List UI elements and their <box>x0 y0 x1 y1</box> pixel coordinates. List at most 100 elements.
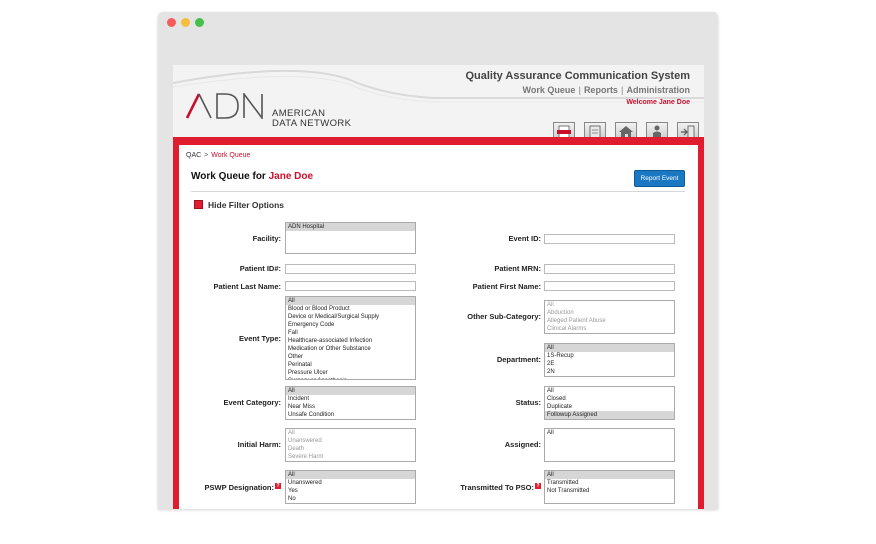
browser-window: Quality Assurance Communication System W… <box>158 12 718 509</box>
help-icon[interactable]: ? <box>535 483 541 489</box>
patient-mrn-input[interactable] <box>544 264 675 274</box>
main-nav: Work Queue | Reports | Administration <box>523 85 690 95</box>
listbox-option[interactable]: Yes <box>286 487 415 495</box>
breadcrumb-root[interactable]: QAC <box>186 152 201 159</box>
status-label: Status: <box>515 398 541 407</box>
report-event-button[interactable]: Report Event <box>634 170 685 187</box>
listbox-option[interactable]: Surgery or Anesthesia <box>286 377 415 379</box>
listbox-option[interactable]: Not Transmitted <box>545 487 674 495</box>
listbox-option[interactable]: Device or Medical/Surgical Supply <box>286 313 415 321</box>
transmitted-to-pso-listbox[interactable]: All Transmitted Not Transmitted <box>544 470 675 504</box>
content-frame: QAC > Work Queue Work Queue for Jane Doe R… <box>173 137 704 509</box>
logout-button[interactable] <box>677 122 699 137</box>
window-titlebar <box>158 12 718 34</box>
listbox-option[interactable]: 2E <box>545 360 674 368</box>
nav-administration[interactable]: Administration <box>626 85 690 95</box>
close-window-icon[interactable] <box>167 18 176 27</box>
adn-logo <box>186 93 263 119</box>
page-title-user: Jane Doe <box>268 171 314 182</box>
listbox-option[interactable]: Perinatal <box>286 361 415 369</box>
initial-harm-listbox[interactable]: All Unanswered Death Severe Harm <box>285 428 416 462</box>
listbox-option[interactable]: Fall <box>286 329 415 337</box>
listbox-option[interactable]: ADN Hospital <box>286 223 415 231</box>
listbox-option[interactable]: Abduction <box>545 309 674 317</box>
event-id-label: Event ID: <box>508 234 541 243</box>
minimize-window-icon[interactable] <box>181 18 190 27</box>
listbox-option[interactable]: All <box>545 471 674 479</box>
listbox-option[interactable]: 2N <box>545 368 674 376</box>
app-title: Quality Assurance Communication System <box>465 70 690 82</box>
breadcrumb-separator: > <box>204 152 209 159</box>
listbox-option[interactable]: Healthcare-associated Infection <box>286 337 415 345</box>
event-type-listbox[interactable]: All Blood or Blood Product Device or Medic… <box>285 296 416 380</box>
user-icon <box>653 125 661 137</box>
listbox-option[interactable]: Unsafe Condition <box>286 411 415 419</box>
listbox-option[interactable]: Alleged Patient Abuse <box>545 317 674 325</box>
listbox-option[interactable]: Unanswered <box>286 479 415 487</box>
listbox-option[interactable]: All <box>286 387 415 395</box>
welcome-message: Welcome Jane Doe <box>626 99 690 106</box>
pswp-designation-listbox[interactable]: All Unanswered Yes No <box>285 470 416 504</box>
listbox-option[interactable]: Death <box>286 445 415 453</box>
listbox-option[interactable]: All <box>545 387 674 395</box>
hide-filter-toggle[interactable]: Hide Filter Options <box>194 200 284 210</box>
department-listbox[interactable]: All 1S-Recup 2E 2N <box>544 343 675 377</box>
listbox-option[interactable]: All <box>545 429 674 437</box>
event-id-input[interactable] <box>544 234 675 244</box>
listbox-option[interactable]: 1S-Recup <box>545 352 674 360</box>
department-label: Department: <box>496 355 541 364</box>
maximize-window-icon[interactable] <box>195 18 204 27</box>
listbox-option[interactable]: Pressure Ulcer <box>286 369 415 377</box>
listbox-option[interactable]: Unanswered <box>286 437 415 445</box>
listbox-option[interactable]: Emergency Code <box>286 321 415 329</box>
listbox-option[interactable]: Clinical Alarms <box>545 325 674 333</box>
nav-work-queue[interactable]: Work Queue <box>523 85 576 95</box>
event-category-listbox[interactable]: All Incident Near Miss Unsafe Condition <box>285 386 416 420</box>
transmitted-to-pso-text: Transmitted To PSO: <box>460 483 534 492</box>
patient-mrn-label: Patient MRN: <box>494 264 541 273</box>
status-listbox[interactable]: All Closed Duplicate Followup Assigned <box>544 386 675 420</box>
listbox-option[interactable]: No <box>286 495 415 503</box>
listbox-option[interactable]: All <box>286 471 415 479</box>
patient-first-name-input[interactable] <box>544 281 675 291</box>
listbox-option[interactable]: All <box>286 297 415 305</box>
home-button[interactable] <box>615 122 637 137</box>
page-title-prefix: Work Queue for <box>191 171 266 182</box>
listbox-option[interactable]: Duplicate <box>545 403 674 411</box>
listbox-option[interactable]: Incident <box>286 395 415 403</box>
listbox-option[interactable]: Medication or Other Substance <box>286 345 415 353</box>
pdf-icon <box>557 125 571 137</box>
pswp-designation-label: PSWP Designation:? <box>205 483 281 492</box>
facility-listbox[interactable]: ADN Hospital <box>285 222 416 254</box>
logo-text: AMERICAN DATA NETWORK <box>272 109 351 129</box>
event-category-label: Event Category: <box>223 398 281 407</box>
hide-filter-label: Hide Filter Options <box>208 200 285 210</box>
listbox-option[interactable]: All <box>545 344 674 352</box>
document-icon <box>589 125 601 137</box>
listbox-option[interactable]: All <box>286 429 415 437</box>
listbox-option[interactable]: Transmitted <box>545 479 674 487</box>
listbox-option[interactable]: Blood or Blood Product <box>286 305 415 313</box>
listbox-option[interactable]: Closed <box>545 395 674 403</box>
listbox-option[interactable]: All <box>545 301 674 309</box>
listbox-option[interactable]: Near Miss <box>286 403 415 411</box>
listbox-option[interactable]: Followup Assigned <box>545 411 674 419</box>
other-sub-category-listbox[interactable]: All Abduction Alleged Patient Abuse Clinica… <box>544 300 675 334</box>
pdf-button[interactable] <box>553 122 575 137</box>
listbox-option[interactable]: Other <box>286 353 415 361</box>
pswp-designation-text: PSWP Designation: <box>204 483 274 492</box>
patient-last-name-label: Patient Last Name: <box>213 282 281 291</box>
help-icon[interactable]: ? <box>275 483 281 489</box>
document-button[interactable] <box>584 122 606 137</box>
patient-last-name-input[interactable] <box>285 281 416 291</box>
initial-harm-label: Initial Harm: <box>237 440 281 449</box>
divider <box>191 191 685 192</box>
home-icon <box>619 126 633 137</box>
listbox-option[interactable]: Severe Harm <box>286 453 415 461</box>
collapse-icon <box>194 200 203 209</box>
user-button[interactable] <box>646 122 668 137</box>
patient-id-input[interactable] <box>285 264 416 274</box>
nav-reports[interactable]: Reports <box>584 85 618 95</box>
assigned-label: Assigned: <box>504 440 541 449</box>
assigned-listbox[interactable]: All <box>544 428 675 462</box>
